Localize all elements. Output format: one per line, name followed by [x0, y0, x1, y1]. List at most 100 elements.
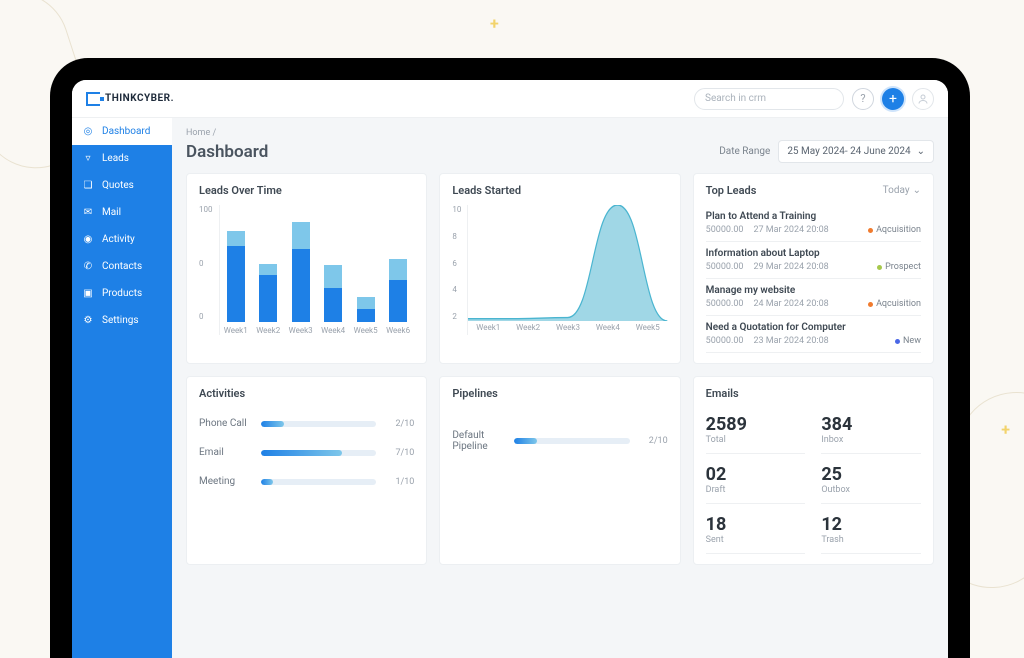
- email-stat[interactable]: 2589 Total: [706, 408, 806, 454]
- bar-column[interactable]: Week2: [254, 264, 282, 335]
- progress-count: 1/10: [384, 477, 414, 487]
- email-stat[interactable]: 02 Draft: [706, 458, 806, 504]
- email-stat-label: Sent: [706, 535, 806, 545]
- progress-label: Meeting: [199, 476, 253, 487]
- lead-date: 29 Mar 2024 20:08: [753, 262, 828, 272]
- chevron-down-icon: ⌄: [913, 185, 921, 196]
- bar-category-label: Week6: [386, 326, 410, 335]
- sidebar-item-settings[interactable]: ⚙ Settings: [72, 307, 172, 334]
- sidebar-item-label: Leads: [102, 153, 129, 164]
- card-title: Top Leads: [706, 184, 757, 197]
- email-stat[interactable]: 384 Inbox: [821, 408, 921, 454]
- sidebar-item-quotes[interactable]: ❏ Quotes: [72, 172, 172, 199]
- area-category-label: Week2: [516, 323, 540, 332]
- bar-column[interactable]: Week5: [352, 297, 380, 335]
- lead-amount: 50000.00: [706, 262, 744, 272]
- date-range-label: Date Range: [719, 146, 770, 157]
- email-stat[interactable]: 25 Outbox: [821, 458, 921, 504]
- lead-amount: 50000.00: [706, 225, 744, 235]
- chevron-down-icon: ⌄: [917, 146, 925, 157]
- lead-status-badge: Aqcuisition: [868, 299, 921, 309]
- activity-icon: ◉: [82, 234, 94, 245]
- lead-item[interactable]: Manage my website 50000.00 24 Mar 2024 2…: [706, 279, 921, 316]
- settings-icon: ⚙: [82, 315, 94, 326]
- progress-row: Default Pipeline 2/10: [452, 430, 667, 452]
- card-top-leads: Top Leads Today ⌄ Plan to Attend a Train…: [693, 173, 934, 364]
- progress-count: 7/10: [384, 448, 414, 458]
- help-icon[interactable]: ?: [852, 88, 874, 110]
- card-title: Leads Over Time: [199, 184, 282, 197]
- bar-category-label: Week3: [289, 326, 313, 335]
- sidebar-item-label: Dashboard: [102, 126, 150, 137]
- sidebar-item-label: Contacts: [102, 261, 142, 272]
- lead-date: 23 Mar 2024 20:08: [753, 336, 828, 346]
- lead-amount: 50000.00: [706, 299, 744, 309]
- sidebar-item-mail[interactable]: ✉ Mail: [72, 199, 172, 226]
- sidebar-item-label: Quotes: [102, 180, 134, 191]
- area-category-label: Week5: [636, 323, 660, 332]
- lead-item[interactable]: Plan to Attend a Training 50000.00 27 Ma…: [706, 205, 921, 242]
- bar-category-label: Week1: [224, 326, 248, 335]
- user-avatar-icon[interactable]: [912, 88, 934, 110]
- progress-bar[interactable]: [261, 479, 376, 485]
- lead-item[interactable]: Need a Quotation for Computer 50000.00 2…: [706, 316, 921, 353]
- sidebar-item-label: Settings: [102, 315, 139, 326]
- device-frame: THINKCYBER. Search in crm ? + ◎ Dashboar…: [50, 58, 970, 658]
- breadcrumb[interactable]: Home /: [186, 128, 934, 138]
- sidebar-item-label: Products: [102, 288, 142, 299]
- page-title: Dashboard: [186, 142, 268, 162]
- card-title: Activities: [199, 387, 245, 400]
- decorative-plus-icon: +: [490, 14, 499, 33]
- leads-icon: ▿: [82, 153, 94, 164]
- email-stat[interactable]: 18 Sent: [706, 508, 806, 554]
- bar-column[interactable]: Week6: [384, 259, 412, 335]
- bar-column[interactable]: Week1: [222, 231, 250, 335]
- email-stat-label: Outbox: [821, 485, 921, 495]
- email-stat[interactable]: 12 Trash: [821, 508, 921, 554]
- email-stat-value: 2589: [706, 414, 806, 435]
- card-title: Pipelines: [452, 387, 497, 400]
- progress-bar[interactable]: [261, 421, 376, 427]
- lead-amount: 50000.00: [706, 336, 744, 346]
- sidebar-item-dashboard[interactable]: ◎ Dashboard: [72, 118, 172, 145]
- bar-category-label: Week5: [354, 326, 378, 335]
- lead-status-badge: New: [895, 336, 921, 346]
- card-title: Emails: [706, 387, 739, 400]
- progress-label: Default Pipeline: [452, 430, 506, 452]
- bar-column[interactable]: Week3: [287, 222, 315, 335]
- date-range-select[interactable]: 25 May 2024- 24 June 2024 ⌄: [778, 140, 934, 163]
- progress-bar[interactable]: [261, 450, 376, 456]
- date-range-value: 25 May 2024- 24 June 2024: [787, 146, 910, 157]
- sidebar-item-leads[interactable]: ▿ Leads: [72, 145, 172, 172]
- search-input[interactable]: Search in crm: [694, 88, 844, 110]
- email-stat-value: 25: [821, 464, 921, 485]
- progress-label: Email: [199, 447, 253, 458]
- top-leads-filter[interactable]: Today ⌄: [883, 185, 921, 196]
- app-screen: THINKCYBER. Search in crm ? + ◎ Dashboar…: [72, 80, 948, 658]
- lead-item[interactable]: Information about Laptop 50000.00 29 Mar…: [706, 242, 921, 279]
- main-content: Home / Dashboard Date Range 25 May 2024-…: [172, 118, 948, 658]
- lead-status-badge: Prospect: [877, 262, 921, 272]
- sidebar-item-label: Activity: [102, 234, 135, 245]
- progress-bar[interactable]: [514, 438, 629, 444]
- card-activities: Activities Phone Call 2/10 Email 7/10 Meet…: [186, 376, 427, 565]
- progress-label: Phone Call: [199, 418, 253, 429]
- email-stat-label: Total: [706, 435, 806, 445]
- area-chart: 108642 Week1Week2Week3Week4Week5: [452, 205, 667, 335]
- progress-row: Phone Call 2/10: [199, 418, 414, 429]
- sidebar-item-products[interactable]: ▣ Products: [72, 280, 172, 307]
- bar-category-label: Week4: [321, 326, 345, 335]
- bar-column[interactable]: Week4: [319, 265, 347, 335]
- dashboard-icon: ◎: [82, 126, 94, 137]
- bar-category-label: Week2: [256, 326, 280, 335]
- decorative-plus-icon: +: [1001, 420, 1010, 439]
- add-button[interactable]: +: [882, 88, 904, 110]
- progress-count: 2/10: [638, 436, 668, 446]
- area-category-label: Week4: [596, 323, 620, 332]
- app-logo[interactable]: THINKCYBER.: [86, 92, 174, 106]
- lead-title: Plan to Attend a Training: [706, 211, 921, 222]
- lead-title: Need a Quotation for Computer: [706, 322, 921, 333]
- progress-row: Email 7/10: [199, 447, 414, 458]
- sidebar-item-activity[interactable]: ◉ Activity: [72, 226, 172, 253]
- sidebar-item-contacts[interactable]: ✆ Contacts: [72, 253, 172, 280]
